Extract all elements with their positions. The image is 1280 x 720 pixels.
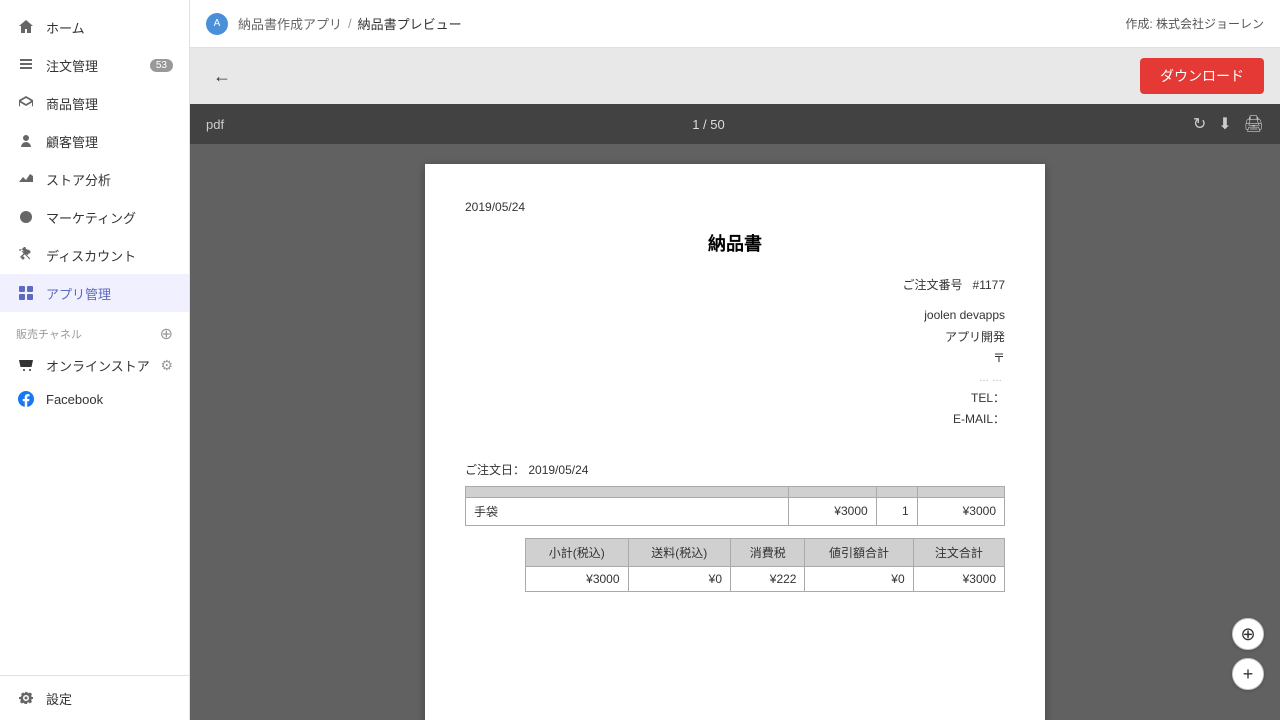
pdf-order-number: ご注文番号 #1177 bbox=[902, 276, 1005, 293]
pdf-summary-table: 小計(税込)送料(税込)消費税値引額合計注文合計 ¥3000¥0¥222¥0¥3… bbox=[525, 538, 1005, 592]
sidebar-item-label: ディスカウント bbox=[46, 246, 136, 265]
th-qty bbox=[876, 486, 917, 497]
pdf-recipient: joolen devapps アプリ開発 〒 …… TEL： E-MAIL： bbox=[902, 305, 1005, 431]
page-info: 1 / 50 bbox=[692, 117, 725, 132]
sales-channel-label: 販売チャネル bbox=[16, 326, 82, 342]
online-store-icon bbox=[16, 355, 36, 375]
zoom-fit-button[interactable]: ⊕ bbox=[1232, 618, 1264, 650]
app-icon: A bbox=[206, 13, 228, 35]
content-area: ← ダウンロード pdf 1 / 50 ↻ ⬇ 🖨 2019/05/24 納品書 bbox=[190, 48, 1280, 720]
sidebar-item-label: アプリ管理 bbox=[46, 284, 111, 303]
products-icon bbox=[16, 93, 36, 113]
refresh-icon[interactable]: ↻ bbox=[1193, 114, 1206, 134]
home-icon bbox=[16, 17, 36, 37]
pdf-scroll[interactable]: 2019/05/24 納品書 ご注文番号 #1177 joolen devapp… bbox=[190, 144, 1280, 720]
creator-info: 作成: 株式会社ジョーレン bbox=[1125, 15, 1264, 32]
channel-item-facebook[interactable]: Facebook bbox=[0, 382, 189, 416]
actionbar: ← ダウンロード bbox=[190, 48, 1280, 104]
settings-nav[interactable]: 設定 bbox=[16, 688, 173, 708]
sidebar: ホーム 注文管理 53 商品管理 顧客管理 bbox=[0, 0, 190, 720]
marketing-icon bbox=[16, 207, 36, 227]
settings-label: 設定 bbox=[46, 689, 72, 708]
pdf-document: 2019/05/24 納品書 ご注文番号 #1177 joolen devapp… bbox=[425, 164, 1045, 720]
sidebar-item-analytics[interactable]: ストア分析 bbox=[0, 160, 189, 198]
pdf-toolbar: pdf 1 / 50 ↻ ⬇ 🖨 bbox=[190, 104, 1280, 144]
breadcrumb: A 納品書作成アプリ / 納品書プレビュー bbox=[206, 13, 462, 35]
summary-data-row: ¥3000¥0¥222¥0¥3000 bbox=[526, 566, 1005, 591]
sidebar-item-label: マーケティング bbox=[46, 208, 136, 227]
sidebar-item-apps[interactable]: アプリ管理 bbox=[0, 274, 189, 312]
breadcrumb-app: 納品書作成アプリ bbox=[238, 14, 342, 33]
pdf-title: 納品書 bbox=[465, 230, 1005, 256]
breadcrumb-sep: / bbox=[348, 16, 352, 31]
table-row: 手袋 ¥3000 1 ¥3000 bbox=[466, 497, 1005, 525]
download-toolbar-icon[interactable]: ⬇ bbox=[1218, 114, 1231, 134]
apps-icon bbox=[16, 283, 36, 303]
main-content: A 納品書作成アプリ / 納品書プレビュー 作成: 株式会社ジョーレン ← ダウ… bbox=[190, 0, 1280, 720]
pdf-label: pdf bbox=[206, 117, 224, 132]
channel-item-online[interactable]: オンラインストア ⚙ bbox=[0, 348, 189, 382]
sidebar-item-label: ホーム bbox=[46, 18, 85, 37]
toolbar-actions: ↻ ⬇ 🖨 bbox=[1193, 114, 1264, 134]
sidebar-item-label: 注文管理 bbox=[46, 56, 98, 75]
sidebar-item-label: 商品管理 bbox=[46, 94, 98, 113]
topbar: A 納品書作成アプリ / 納品書プレビュー 作成: 株式会社ジョーレン bbox=[190, 0, 1280, 48]
sidebar-item-label: ストア分析 bbox=[46, 170, 111, 189]
add-channel-icon[interactable]: ⊕ bbox=[160, 324, 173, 344]
facebook-icon bbox=[16, 389, 36, 409]
orders-badge: 53 bbox=[150, 59, 173, 72]
th-product-name bbox=[466, 486, 789, 497]
pdf-date: 2019/05/24 bbox=[465, 200, 1005, 214]
discount-icon bbox=[16, 245, 36, 265]
sidebar-item-home[interactable]: ホーム bbox=[0, 8, 189, 46]
th-total bbox=[917, 486, 1004, 497]
back-button[interactable]: ← bbox=[206, 60, 238, 92]
summary-header-row: 小計(税込)送料(税込)消費税値引額合計注文合計 bbox=[526, 538, 1005, 566]
channel-online-label: オンラインストア bbox=[46, 356, 150, 375]
channel-facebook-label: Facebook bbox=[46, 392, 103, 407]
settings-icon bbox=[16, 688, 36, 708]
analytics-icon bbox=[16, 169, 36, 189]
pdf-viewer: pdf 1 / 50 ↻ ⬇ 🖨 2019/05/24 納品書 bbox=[190, 104, 1280, 720]
zoom-controls: ⊕ + bbox=[1232, 618, 1264, 690]
print-icon[interactable]: 🖨 bbox=[1244, 114, 1264, 134]
sidebar-footer: 設定 bbox=[0, 675, 189, 720]
orders-icon bbox=[16, 55, 36, 75]
sidebar-item-marketing[interactable]: マーケティング bbox=[0, 198, 189, 236]
pdf-order-date: ご注文日： 2019/05/24 bbox=[465, 461, 1005, 478]
sidebar-nav: ホーム 注文管理 53 商品管理 顧客管理 bbox=[0, 0, 189, 675]
breadcrumb-current: 納品書プレビュー bbox=[358, 14, 462, 33]
sidebar-item-orders[interactable]: 注文管理 53 bbox=[0, 46, 189, 84]
address-dots: …… bbox=[902, 370, 1005, 388]
sidebar-item-label: 顧客管理 bbox=[46, 132, 98, 151]
pdf-items-table: 手袋 ¥3000 1 ¥3000 bbox=[465, 486, 1005, 526]
online-settings-icon[interactable]: ⚙ bbox=[160, 357, 173, 374]
download-button[interactable]: ダウンロード bbox=[1140, 58, 1264, 94]
sales-channel-section: 販売チャネル ⊕ bbox=[0, 312, 189, 348]
sidebar-item-products[interactable]: 商品管理 bbox=[0, 84, 189, 122]
customers-icon bbox=[16, 131, 36, 151]
zoom-in-button[interactable]: + bbox=[1232, 658, 1264, 690]
sidebar-item-customers[interactable]: 顧客管理 bbox=[0, 122, 189, 160]
th-unit-price bbox=[789, 486, 876, 497]
sidebar-item-discount[interactable]: ディスカウント bbox=[0, 236, 189, 274]
